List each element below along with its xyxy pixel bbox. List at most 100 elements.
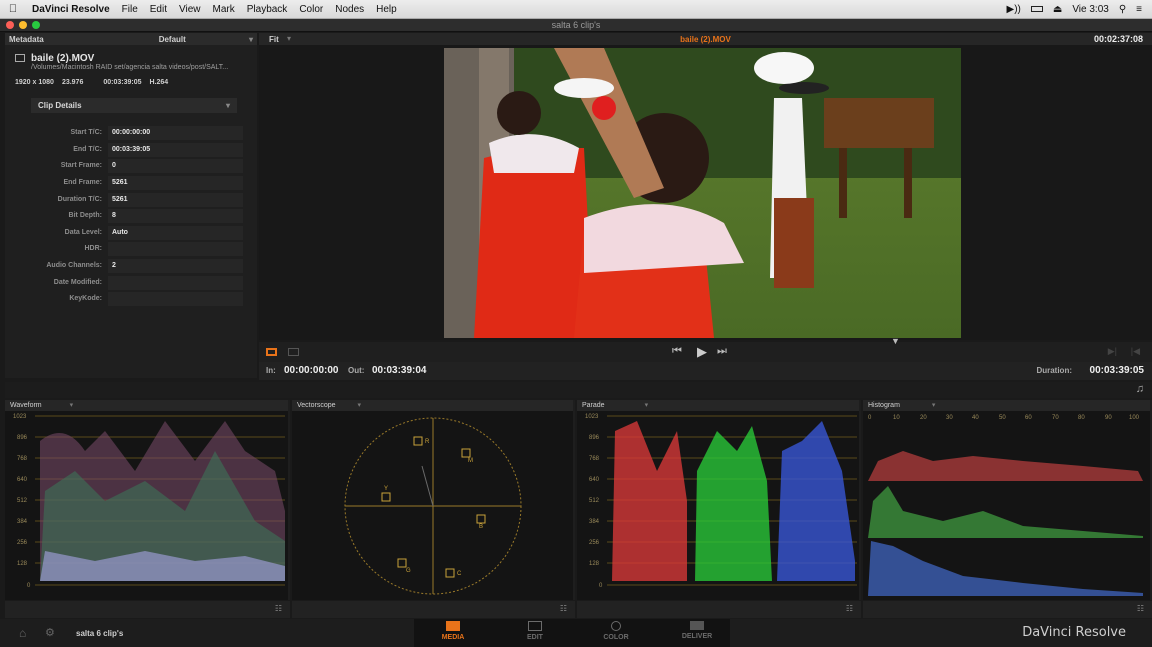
field-value[interactable]: 5261 [108,192,243,207]
jump-to-start-icon[interactable]: ⏮ [672,345,682,358]
field-value[interactable]: 8 [108,208,243,223]
parade-header: Parade ▾ [577,400,859,411]
histogram-tick: 60 [1025,415,1032,421]
clip-fps: 23.976 [61,79,84,86]
scope-settings-icon[interactable]: ☷ [560,604,567,613]
parade-footer: ☷ [577,601,861,618]
menu-edit[interactable]: Edit [144,4,173,15]
field-value[interactable] [108,241,243,256]
field-row: Audio Channels: 2 [10,258,250,273]
metadata-title: Metadata [9,34,44,44]
playhead-marker-icon[interactable]: ▼ [891,336,900,346]
tab-media[interactable]: MEDIA [418,621,488,641]
music-note-icon[interactable]: ♫ [1136,383,1144,395]
menu-file[interactable]: File [116,4,144,15]
out-timecode[interactable]: 00:03:39:04 [372,365,426,376]
histogram-tick: 20 [920,415,927,421]
menu-mark[interactable]: Mark [207,4,241,15]
histogram-tick: 50 [999,415,1006,421]
field-value[interactable]: 00:03:39:05 [108,142,243,157]
clip-details-label: Clip Details [38,101,82,110]
field-value[interactable]: Auto [108,225,243,240]
parade-title: Parade [582,402,605,409]
field-value[interactable]: 2 [108,258,243,273]
page-navigation-bar: ⌂ ⚙ salta 6 clip's MEDIA EDIT COLOR DELI… [0,619,1152,647]
histogram-scope: Histogram ▾ 0 10 20 30 40 50 60 70 80 90 … [863,400,1152,600]
waveform-tick: 256 [17,540,28,546]
histogram-graph: 0 10 20 30 40 50 60 70 80 90 100 [868,415,1143,596]
waveform-graph: 1023 896 768 640 512 384 256 128 0 [13,414,285,589]
metadata-preset-select[interactable]: Default [159,35,186,44]
field-row: Date Modified: [10,275,250,290]
menu-view[interactable]: View [173,4,207,15]
in-timecode[interactable]: 00:00:00:00 [284,365,338,376]
waveform-tick: 640 [17,477,28,483]
play-icon[interactable]: ▶ [697,344,707,360]
parade-tick: 1023 [585,414,599,420]
menu-app-name[interactable]: DaVinci Resolve [26,4,116,15]
next-clip-icon[interactable]: ▶| [1108,346,1117,357]
histogram-title: Histogram [868,402,900,409]
chevron-down-icon[interactable]: ▾ [249,35,253,44]
brand-wordmark: DaVinci Resolve [1022,625,1126,640]
spotlight-search-icon[interactable]: ⚲ [1119,4,1126,15]
histogram-header: Histogram ▾ [863,400,1150,411]
in-label: In: [266,366,276,375]
transport-bar: ⏮ ▶ ⏭ ▼ ▶| |◀ [259,336,1152,362]
film-strip-icon[interactable] [266,348,277,356]
eject-icon[interactable]: ⏏ [1053,4,1062,15]
menu-help[interactable]: Help [370,4,403,15]
waveform-tick: 512 [17,498,28,504]
jump-to-end-icon[interactable]: ⏭ [717,345,727,358]
volume-icon[interactable]: ▶)) [1007,4,1021,15]
chevron-down-icon[interactable]: ▾ [645,402,649,409]
tab-edit-label: EDIT [527,634,543,641]
parade-tick: 640 [589,477,600,483]
chevron-down-icon[interactable]: ▾ [932,402,936,409]
field-value[interactable]: 5261 [108,175,243,190]
histogram-tick: 30 [946,415,953,421]
video-frame[interactable] [444,48,961,338]
chevron-down-icon[interactable]: ▾ [70,402,74,409]
field-row: Bit Depth: 8 [10,208,250,223]
tab-edit[interactable]: EDIT [500,621,570,641]
field-value[interactable]: 00:00:00:00 [108,125,243,140]
field-label: End T/C: [73,146,102,153]
field-label: Date Modified: [53,279,102,286]
prev-clip-icon[interactable]: |◀ [1131,346,1140,357]
tab-color[interactable]: COLOR [581,621,651,641]
battery-icon[interactable] [1030,6,1043,12]
tab-deliver[interactable]: DELIVER [662,621,732,640]
window-titlebar: salta 6 clip's [0,19,1152,32]
clip-name: baile (2).MOV [31,53,95,64]
menu-color[interactable]: Color [293,4,329,15]
waveform-scope: Waveform ▾ 1023 896 768 640 512 384 256 1… [5,400,290,600]
histogram-footer: ☷ [863,601,1152,618]
mac-menubar:  DaVinci Resolve File Edit View Mark Pl… [0,0,1152,19]
menu-nodes[interactable]: Nodes [329,4,370,15]
notification-list-icon[interactable]: ≡ [1136,4,1142,15]
filmstrip-view-icon[interactable] [288,348,299,356]
histogram-tick: 10 [893,415,900,421]
deliver-icon [690,621,704,630]
field-row: Data Level: Auto [10,225,250,240]
vectorscope-target-label: R [425,439,430,445]
gear-icon[interactable]: ⚙ [45,626,55,639]
scope-settings-icon[interactable]: ☷ [846,604,853,613]
field-value[interactable] [108,291,243,306]
field-value[interactable]: 0 [108,158,243,173]
parade-tick: 0 [599,583,603,589]
menu-playback[interactable]: Playback [241,4,294,15]
field-row: Start Frame: 0 [10,158,250,173]
menubar-clock[interactable]: Vie 3:03 [1072,4,1109,15]
home-icon[interactable]: ⌂ [19,626,26,640]
duration-timecode: 00:03:39:05 [1089,365,1144,376]
vectorscope-footer: ☷ [292,601,575,618]
clip-details-dropdown[interactable]: Clip Details ▾ [31,98,237,113]
chevron-down-icon[interactable]: ▾ [358,402,362,409]
apple-icon[interactable]:  [0,3,26,15]
parade-tick: 256 [589,540,600,546]
scope-settings-icon[interactable]: ☷ [1137,604,1144,613]
scope-settings-icon[interactable]: ☷ [275,604,282,613]
field-value[interactable] [108,275,243,290]
